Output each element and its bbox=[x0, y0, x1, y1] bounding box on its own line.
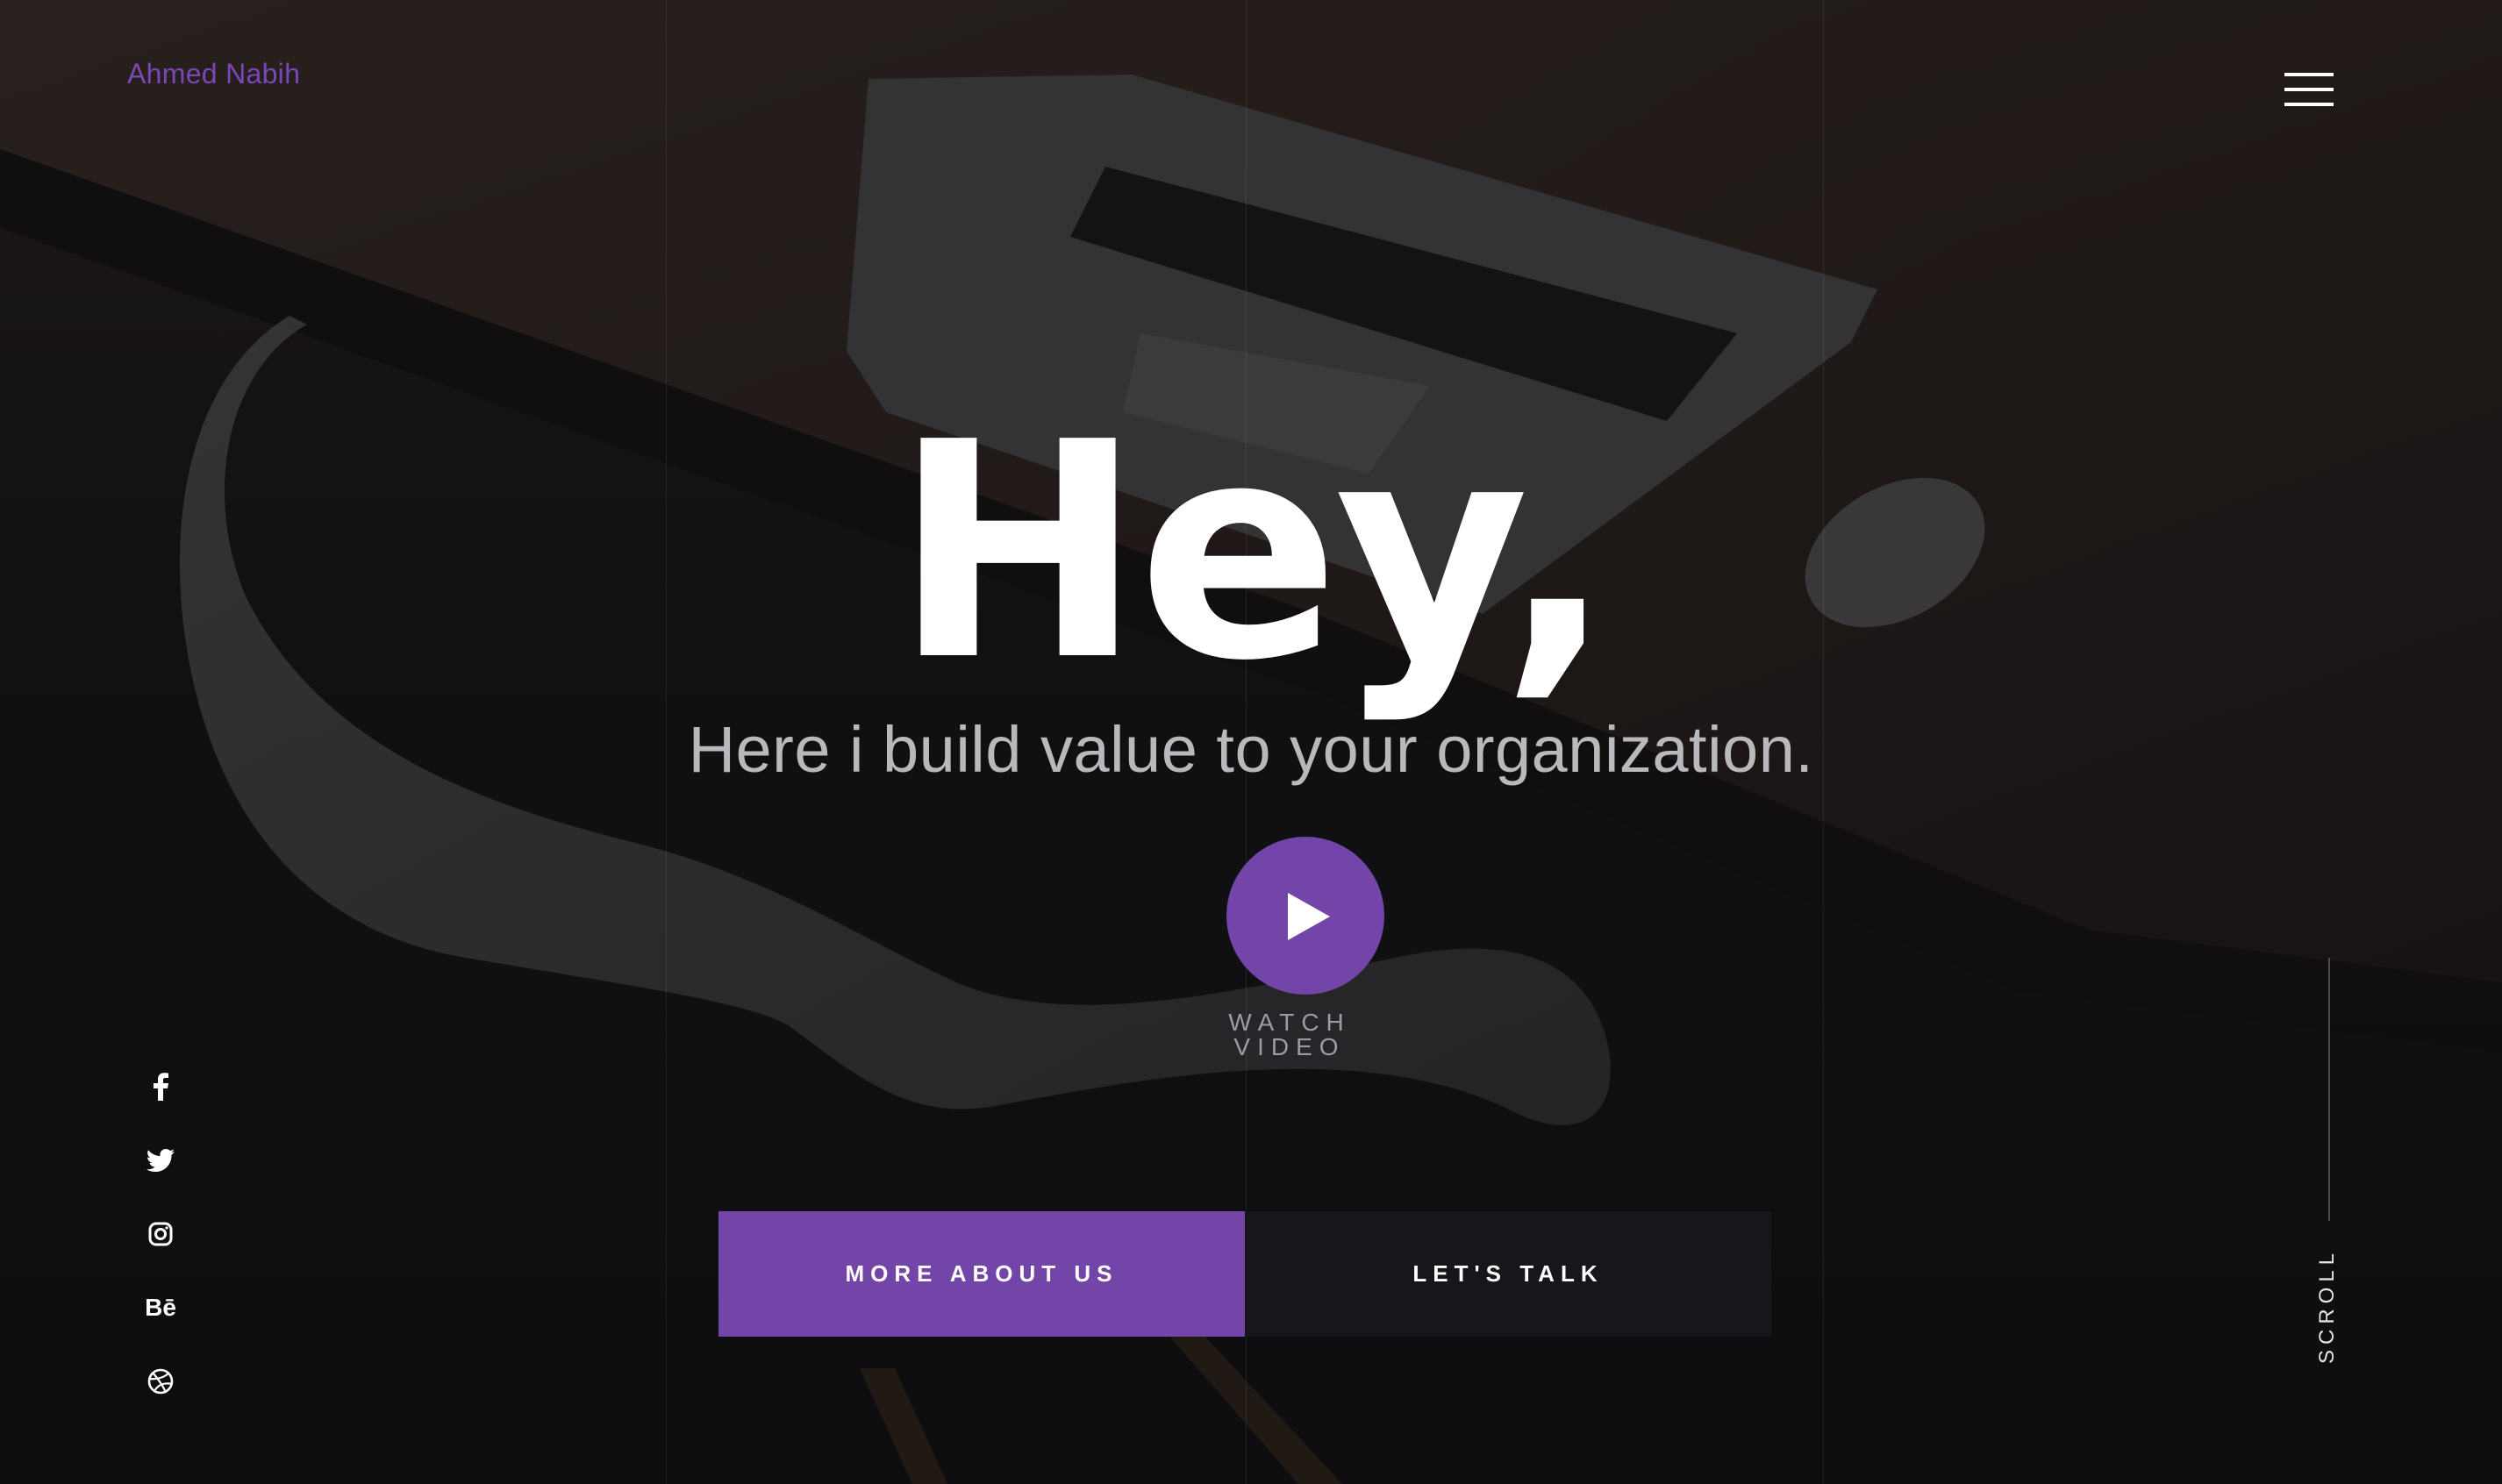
scroll-line bbox=[2328, 958, 2330, 1221]
scroll-indicator[interactable]: SCROLL bbox=[2315, 1248, 2341, 1364]
instagram-link[interactable] bbox=[140, 1214, 181, 1254]
twitter-link[interactable] bbox=[140, 1140, 181, 1181]
hero-section: Ahmed Nabih Hey, Here i build value to y… bbox=[0, 0, 2502, 1484]
watch-video-line1: WATCH bbox=[1228, 1009, 1351, 1036]
play-video-button[interactable] bbox=[1226, 837, 1384, 995]
lets-talk-button[interactable]: LET'S TALK bbox=[1245, 1211, 1771, 1337]
behance-icon: Bē bbox=[145, 1294, 176, 1321]
brand-logo[interactable]: Ahmed Nabih bbox=[127, 58, 300, 90]
hero-subtitle: Here i build value to your organization. bbox=[688, 713, 1814, 786]
play-icon bbox=[1288, 893, 1330, 940]
watch-video-line2: VIDEO bbox=[1233, 1033, 1346, 1060]
dribbble-icon bbox=[147, 1368, 174, 1395]
menu-button[interactable] bbox=[2284, 70, 2334, 111]
facebook-link[interactable] bbox=[140, 1067, 181, 1107]
hero-headline: Hey, bbox=[893, 379, 1614, 726]
instagram-icon bbox=[148, 1222, 173, 1246]
hamburger-line bbox=[2284, 73, 2334, 76]
watch-video-label[interactable]: WATCH VIDEO bbox=[1202, 1010, 1377, 1059]
hamburger-line bbox=[2284, 103, 2334, 106]
more-about-us-button[interactable]: MORE ABOUT US bbox=[718, 1211, 1245, 1337]
facebook-icon bbox=[154, 1073, 168, 1101]
dribbble-link[interactable] bbox=[140, 1361, 181, 1402]
behance-link[interactable]: Bē bbox=[140, 1288, 181, 1328]
hamburger-line bbox=[2284, 88, 2334, 91]
twitter-icon bbox=[147, 1149, 175, 1172]
